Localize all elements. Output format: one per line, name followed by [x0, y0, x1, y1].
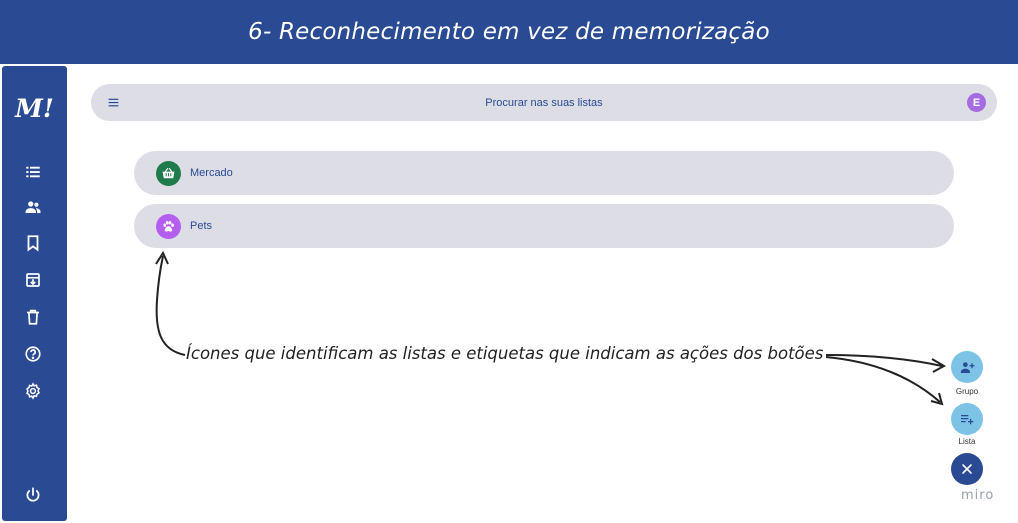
group-icon — [25, 201, 41, 214]
add-list-label: Lista — [958, 437, 976, 446]
playlist-add-icon — [961, 415, 974, 425]
annotation-arrows — [155, 250, 947, 406]
paw-icon — [156, 214, 181, 239]
avatar[interactable]: E — [967, 93, 986, 112]
app-logo: M! — [15, 94, 54, 123]
search-bar[interactable]: Procurar nas suas listas E — [91, 84, 997, 121]
help-icon — [25, 346, 41, 362]
archive-icon — [26, 273, 40, 287]
trash-icon — [27, 309, 39, 325]
sidebar-item-lists[interactable] — [22, 161, 44, 183]
sidebar-item-help[interactable] — [22, 343, 44, 365]
search-input[interactable]: Procurar nas suas listas — [91, 84, 997, 121]
arrow-to-group-button — [825, 354, 943, 367]
annotation-text: Ícones que identificam as listas e etiqu… — [186, 344, 824, 363]
arrow-to-list-icons — [155, 255, 186, 356]
list-icon — [26, 166, 40, 178]
close-icon — [962, 464, 972, 474]
page-title: 6- Reconhecimento em vez de memorização — [0, 0, 1018, 64]
add-list-button[interactable] — [951, 403, 983, 435]
list-item-mercado[interactable]: Mercado — [134, 151, 954, 195]
power-icon — [26, 487, 40, 502]
list-item-pets[interactable]: Pets — [134, 204, 954, 248]
sidebar-item-archive[interactable] — [22, 269, 44, 291]
sidebar-item-bookmarks[interactable] — [22, 232, 44, 254]
close-menu-button[interactable] — [951, 453, 983, 485]
arrow-to-list-button — [825, 356, 941, 403]
sidebar-item-trash[interactable] — [22, 306, 44, 328]
add-group-label: Grupo — [955, 387, 979, 396]
sidebar-item-groups[interactable] — [22, 196, 44, 218]
bookmark-icon — [27, 235, 39, 252]
logout-button[interactable] — [22, 484, 44, 506]
group-add-icon — [960, 361, 975, 373]
list-item-label: Mercado — [190, 167, 233, 179]
sidebar-item-settings[interactable] — [22, 380, 44, 402]
sidebar: M! — [2, 66, 67, 521]
gear-icon — [26, 382, 40, 400]
list-item-label: Pets — [190, 220, 213, 232]
add-group-button[interactable] — [951, 351, 983, 383]
basket-icon — [156, 161, 181, 186]
miro-watermark: miro — [961, 488, 995, 503]
